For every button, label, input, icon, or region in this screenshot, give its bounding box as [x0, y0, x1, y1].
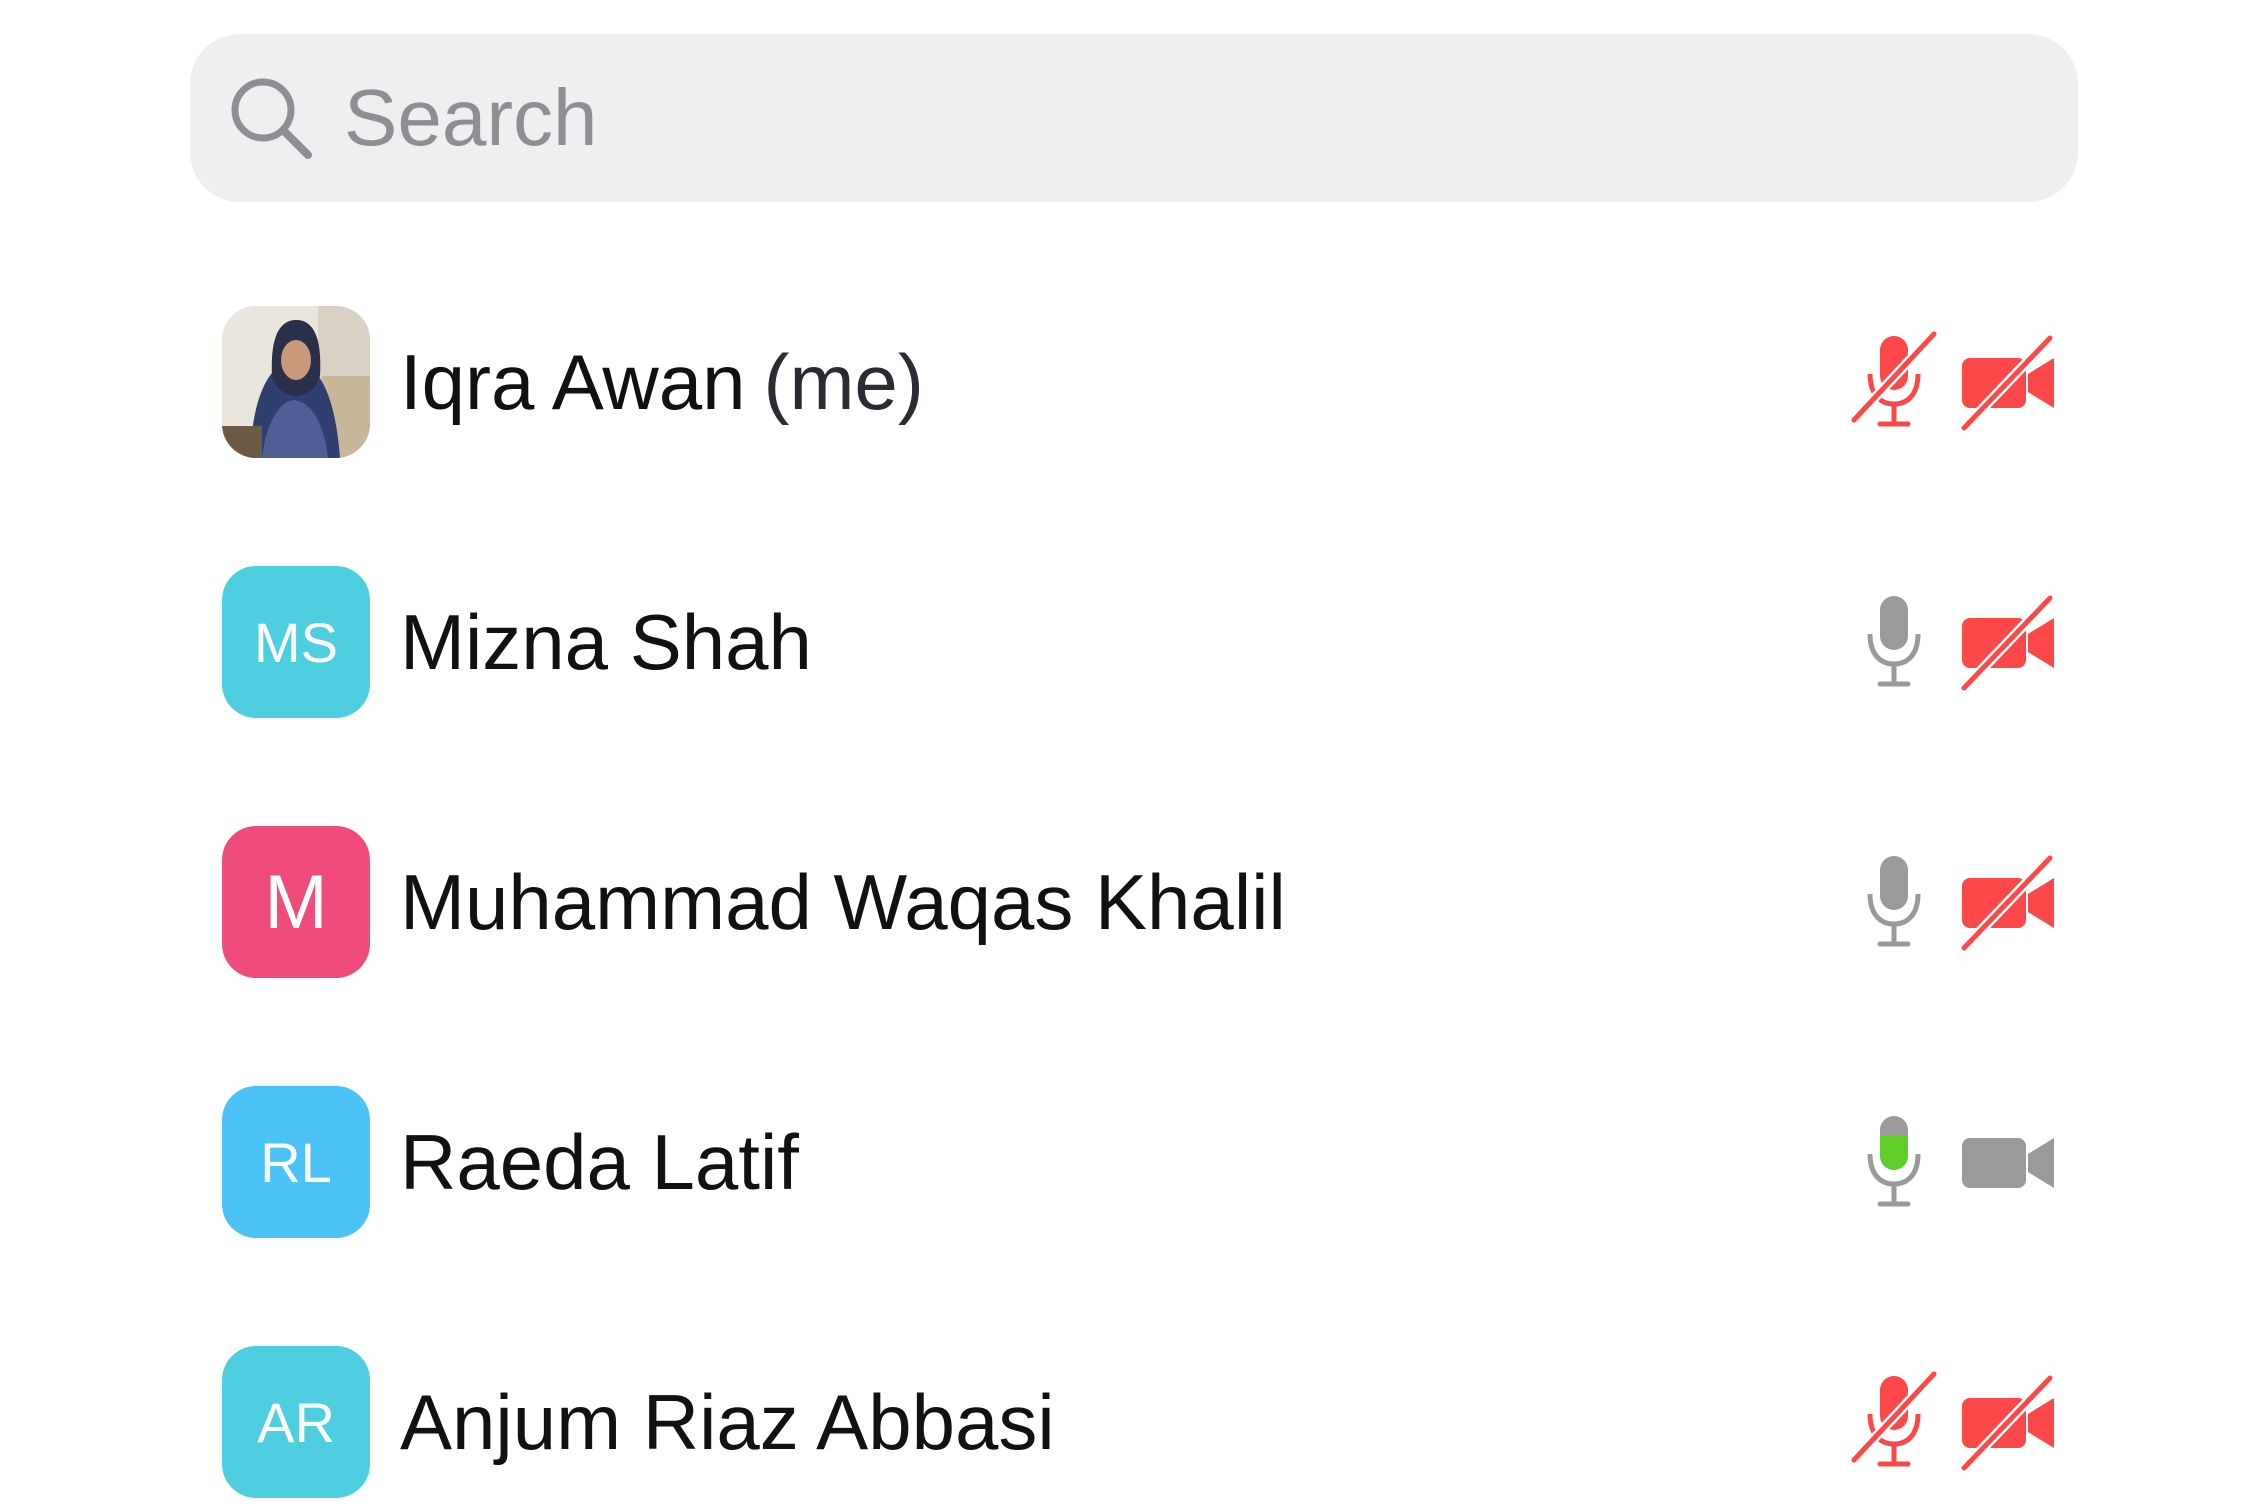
video-toggle-button[interactable] — [1956, 1370, 2060, 1474]
video-off-icon — [1960, 1374, 2054, 1472]
mic-toggle-button[interactable] — [1842, 590, 1946, 694]
video-icon — [1962, 1138, 2054, 1188]
video-off-icon — [1960, 594, 2054, 692]
participant-name: Mizna Shah — [400, 566, 812, 718]
participant-name-text: Anjum Riaz Abbasi — [400, 1378, 1055, 1466]
participant-row[interactable]: MS Mizna Shah — [222, 566, 2058, 718]
mic-toggle-button[interactable] — [1842, 1370, 1946, 1474]
mic-icon — [1867, 596, 1921, 687]
participant-name: Muhammad Waqas Khalil — [400, 826, 1286, 978]
mic-toggle-button[interactable] — [1842, 330, 1946, 434]
participant-name: Anjum Riaz Abbasi — [400, 1346, 1055, 1498]
participant-row[interactable]: RL Raeda Latif — [222, 1086, 2058, 1238]
participant-name-text: Iqra Awan — [400, 338, 746, 426]
participant-name: Iqra Awan (me) — [400, 306, 924, 458]
mic-muted-icon — [1850, 1370, 1938, 1467]
avatar: M — [222, 826, 370, 978]
video-off-icon — [1960, 334, 2054, 432]
mic-muted-icon — [1850, 330, 1938, 427]
participant-row[interactable]: Iqra Awan (me) — [222, 306, 2058, 458]
avatar — [222, 306, 370, 458]
participant-name-text: Mizna Shah — [400, 598, 812, 686]
video-toggle-button[interactable] — [1956, 1110, 2060, 1214]
participant-name-text: Muhammad Waqas Khalil — [400, 858, 1286, 946]
avatar-initials: RL — [260, 1130, 332, 1194]
mic-icon — [1867, 856, 1921, 947]
mic-speaking-icon — [1867, 1116, 1921, 1207]
avatar-initials: MS — [254, 610, 338, 674]
mic-toggle-button[interactable] — [1842, 1110, 1946, 1214]
me-label: (me) — [763, 338, 924, 426]
profile-photo-icon — [222, 306, 370, 458]
mic-toggle-button[interactable] — [1842, 850, 1946, 954]
participant-name: Raeda Latif — [400, 1086, 799, 1238]
video-toggle-button[interactable] — [1956, 590, 2060, 694]
video-toggle-button[interactable] — [1956, 850, 2060, 954]
avatar: RL — [222, 1086, 370, 1238]
participant-name-text: Raeda Latif — [400, 1118, 799, 1206]
participant-list: Iqra Awan (me) MS Mizna Shah M Muhammad … — [0, 0, 2256, 1504]
video-toggle-button[interactable] — [1956, 330, 2060, 434]
participant-row[interactable]: AR Anjum Riaz Abbasi — [222, 1346, 2058, 1498]
participant-row[interactable]: M Muhammad Waqas Khalil — [222, 826, 2058, 978]
avatar-initials: AR — [257, 1390, 335, 1454]
avatar-initials: M — [264, 859, 328, 945]
avatar: AR — [222, 1346, 370, 1498]
avatar: MS — [222, 566, 370, 718]
video-off-icon — [1960, 854, 2054, 952]
